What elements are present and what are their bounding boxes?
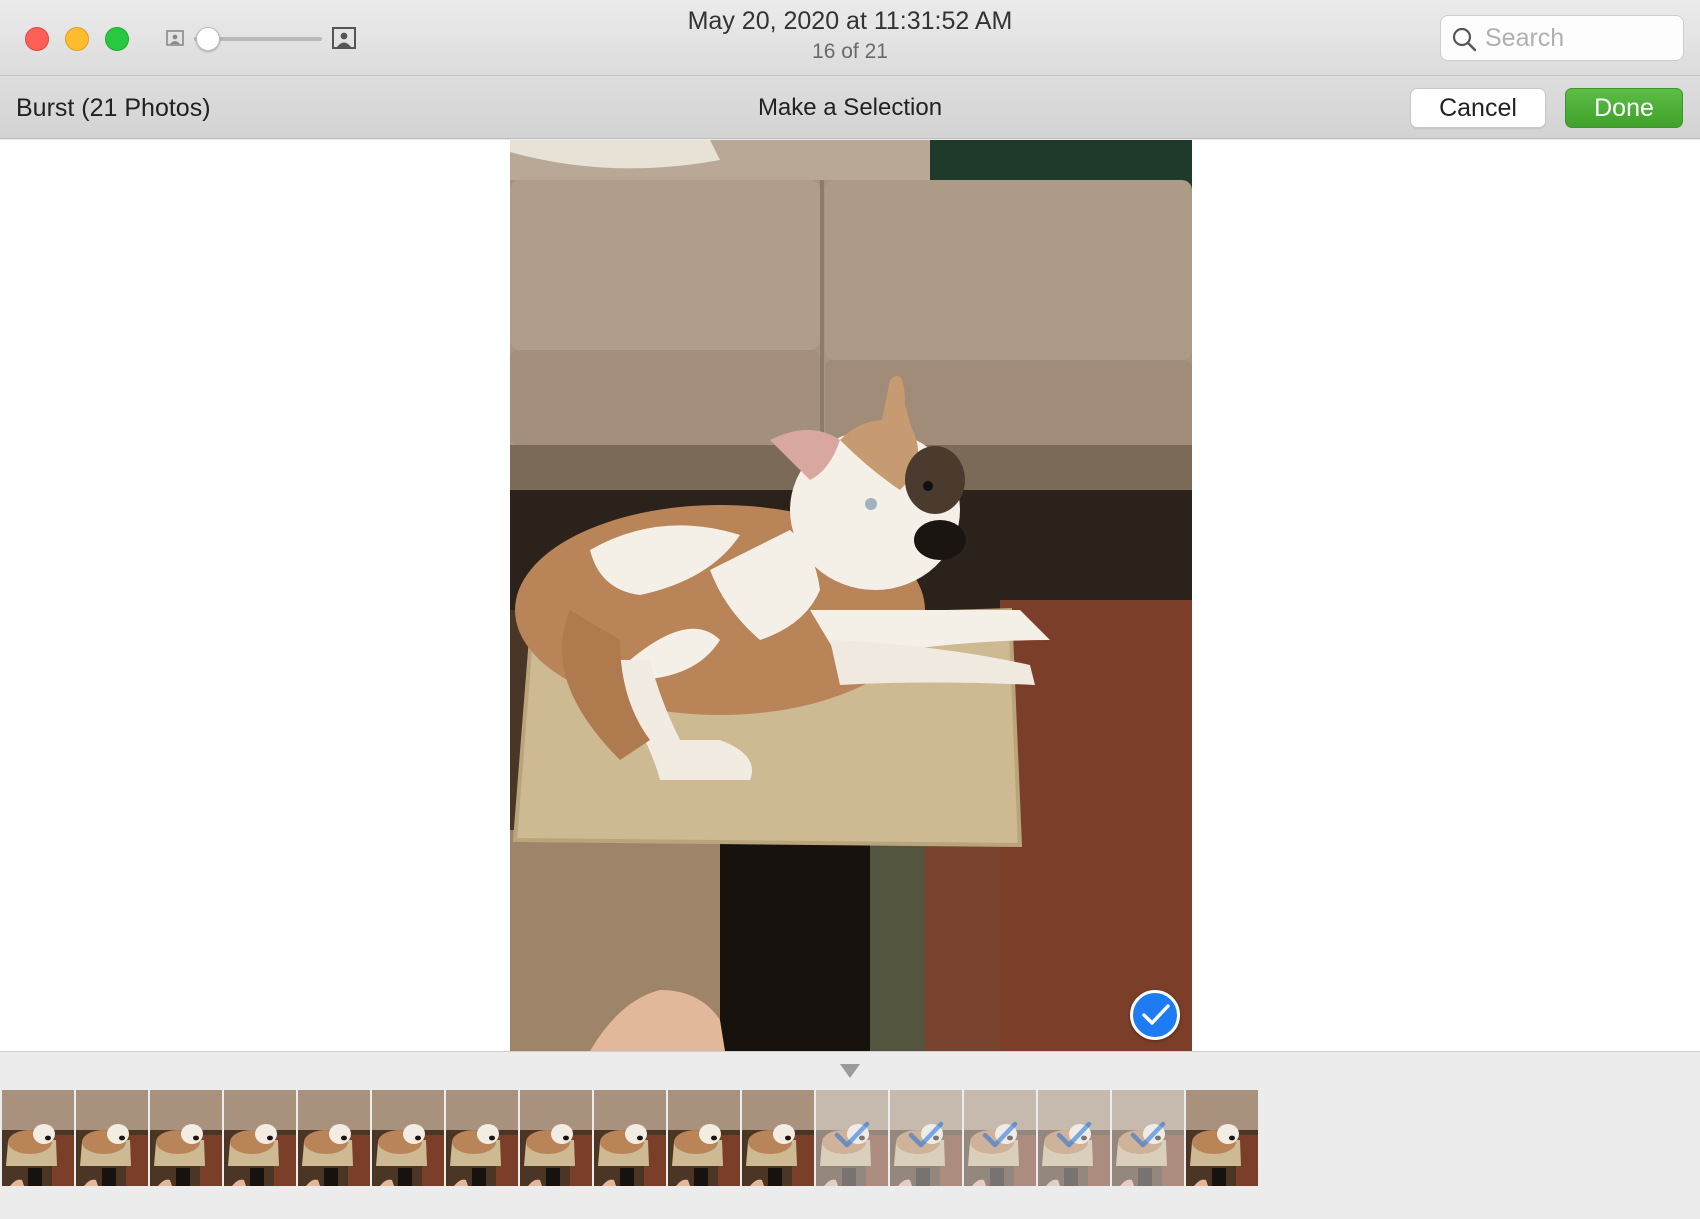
thumbnail-strip	[2, 1090, 1260, 1186]
close-window-button[interactable]	[25, 27, 49, 51]
burst-thumbnail[interactable]	[446, 1090, 518, 1186]
cancel-button[interactable]: Cancel	[1410, 88, 1546, 128]
burst-filmstrip	[0, 1051, 1700, 1219]
burst-thumbnail[interactable]	[150, 1090, 222, 1186]
thumbnail-image	[298, 1090, 370, 1186]
search-input[interactable]	[1485, 22, 1675, 54]
thumbnail-image	[224, 1090, 296, 1186]
zoom-slider-knob[interactable]	[196, 27, 220, 51]
burst-thumbnail[interactable]	[594, 1090, 666, 1186]
thumbnail-checkmark-icon	[834, 1121, 870, 1148]
burst-thumbnail[interactable]	[816, 1090, 888, 1186]
burst-thumbnail[interactable]	[742, 1090, 814, 1186]
thumbnail-image	[76, 1090, 148, 1186]
thumbnail-checkmark-icon	[982, 1121, 1018, 1148]
burst-thumbnail[interactable]	[1112, 1090, 1184, 1186]
burst-thumbnail[interactable]	[372, 1090, 444, 1186]
small-photo-icon	[166, 30, 184, 46]
large-photo-icon	[332, 27, 356, 49]
thumbnail-image	[742, 1090, 814, 1186]
done-button[interactable]: Done	[1565, 88, 1683, 128]
selection-title: Make a Selection	[757, 94, 943, 121]
thumbnail-image	[150, 1090, 222, 1186]
search-box[interactable]	[1440, 15, 1684, 61]
thumbnail-image	[594, 1090, 666, 1186]
burst-thumbnail[interactable]	[298, 1090, 370, 1186]
burst-thumbnail[interactable]	[76, 1090, 148, 1186]
thumbnail-image	[446, 1090, 518, 1186]
thumbnail-checkmark-icon	[1130, 1121, 1166, 1148]
thumbnail-checkmark-icon	[908, 1121, 944, 1148]
burst-thumbnail[interactable]	[668, 1090, 740, 1186]
thumbnail-image	[520, 1090, 592, 1186]
photo-selected-badge[interactable]	[1130, 990, 1180, 1040]
burst-thumbnail[interactable]	[1038, 1090, 1110, 1186]
thumbnail-checkmark-icon	[1056, 1121, 1092, 1148]
burst-thumbnail[interactable]	[890, 1090, 962, 1186]
burst-toolbar: Burst (21 Photos) Make a Selection Cance…	[0, 76, 1700, 139]
burst-thumbnail[interactable]	[520, 1090, 592, 1186]
photo-position: 16 of 21	[812, 40, 888, 63]
checkmark-icon	[1142, 1004, 1170, 1025]
search-icon	[1452, 27, 1477, 52]
zoom-window-button[interactable]	[105, 27, 129, 51]
photo-viewer	[0, 140, 1700, 1051]
current-photo[interactable]	[510, 140, 1192, 1051]
photo-date-title: May 20, 2020 at 11:31:52 AM	[687, 7, 1013, 35]
title-bar: May 20, 2020 at 11:31:52 AM 16 of 21	[0, 0, 1700, 76]
zoom-slider[interactable]	[166, 24, 360, 54]
burst-thumbnail[interactable]	[1186, 1090, 1258, 1186]
thumbnail-image	[2, 1090, 74, 1186]
thumbnail-image	[372, 1090, 444, 1186]
thumbnail-image	[668, 1090, 740, 1186]
triangle-down-icon	[840, 1064, 860, 1078]
minimize-window-button[interactable]	[65, 27, 89, 51]
thumbnail-image	[1186, 1090, 1258, 1186]
burst-count-label: Burst (21 Photos)	[16, 94, 211, 122]
window-title: May 20, 2020 at 11:31:52 AM 16 of 21	[550, 4, 1150, 66]
burst-thumbnail[interactable]	[224, 1090, 296, 1186]
burst-thumbnail[interactable]	[964, 1090, 1036, 1186]
dog-photo-illustration	[510, 140, 1192, 1051]
burst-thumbnail[interactable]	[2, 1090, 74, 1186]
